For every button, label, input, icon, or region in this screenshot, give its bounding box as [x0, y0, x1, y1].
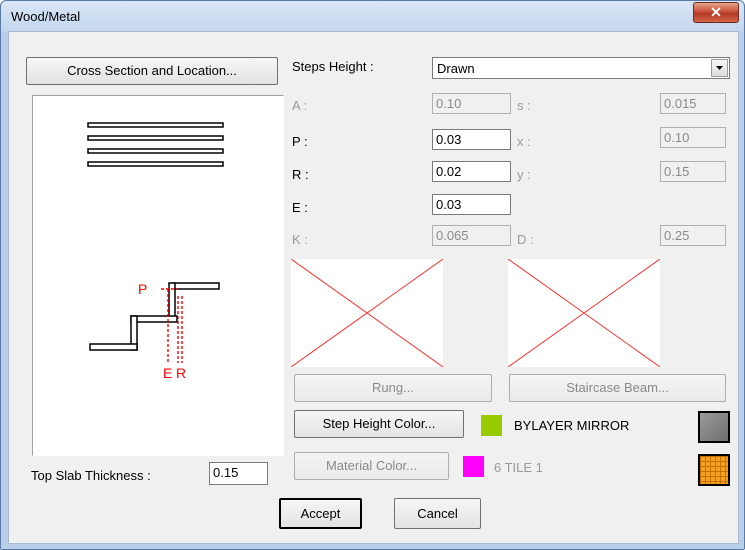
param-k-label: K : [292, 232, 308, 247]
top-view-step-3 [87, 148, 224, 154]
steps-height-value: Drawn [437, 61, 475, 76]
cancel-button[interactable]: Cancel [394, 498, 481, 529]
param-a-label: A : [292, 98, 308, 113]
param-s-input: 0.015 [660, 93, 726, 114]
title-bar[interactable]: Wood/Metal ✕ [1, 1, 744, 31]
middle-step-tread [130, 315, 178, 323]
param-e-input[interactable]: 0.03 [432, 194, 511, 215]
param-r-label: R : [292, 167, 309, 182]
diagram-label-r: R [176, 365, 186, 381]
cross-section-button[interactable]: Cross Section and Location... [26, 57, 278, 85]
param-d-input: 0.25 [660, 225, 726, 246]
dialog-body: Cross Section and Location... P E R Top … [8, 31, 739, 544]
param-e-label: E : [292, 200, 308, 215]
param-d-label: D : [517, 232, 534, 247]
step-height-color-swatch [481, 415, 502, 436]
top-view-step-4 [87, 161, 224, 167]
top-view-step-1 [87, 122, 224, 128]
close-icon: ✕ [710, 4, 722, 20]
param-y-input: 0.15 [660, 161, 726, 182]
param-a-input: 0.10 [432, 93, 511, 114]
material-color-text: 6 TILE 1 [494, 460, 543, 475]
tile-pattern-icon[interactable] [698, 454, 730, 486]
step-height-color-button[interactable]: Step Height Color... [294, 410, 464, 438]
steps-height-select[interactable]: Drawn [432, 57, 730, 79]
rung-preview [290, 258, 444, 368]
diagram-label-e: E [163, 365, 172, 381]
param-r-input[interactable]: 0.02 [432, 161, 511, 182]
cross-section-preview: P E R [32, 95, 284, 456]
accept-label: Accept [300, 506, 341, 521]
param-p-label: P : [292, 134, 308, 149]
upper-step-tread [172, 282, 220, 290]
staircase-beam-preview [507, 258, 661, 368]
param-x-input: 0.10 [660, 127, 726, 148]
accept-button[interactable]: Accept [279, 498, 362, 529]
chevron-down-icon[interactable] [711, 59, 728, 77]
staircase-beam-button[interactable]: Staircase Beam... [509, 374, 726, 402]
cross-section-diagram: P E R [87, 122, 224, 381]
rung-button[interactable]: Rung... [294, 374, 492, 402]
step-height-color-text: BYLAYER MIRROR [514, 418, 630, 433]
diagram-label-p: P [138, 281, 147, 297]
top-slab-label: Top Slab Thickness : [31, 468, 151, 483]
param-s-label: s : [517, 98, 531, 113]
param-y-label: y : [517, 167, 531, 182]
gray-square-icon[interactable] [698, 411, 730, 443]
dialog-window: Wood/Metal ✕ Cross Section and Location.… [0, 0, 745, 550]
window-title: Wood/Metal [11, 9, 81, 24]
close-button[interactable]: ✕ [693, 2, 739, 23]
material-color-button[interactable]: Material Color... [294, 452, 449, 480]
material-color-swatch [463, 456, 484, 477]
steps-height-label: Steps Height : [292, 59, 374, 74]
param-k-input: 0.065 [432, 225, 511, 246]
top-view-step-2 [87, 135, 224, 141]
param-p-input[interactable]: 0.03 [432, 129, 511, 150]
top-slab-input[interactable]: 0.15 [209, 462, 268, 485]
param-x-label: x : [517, 134, 531, 149]
lower-step-tread [89, 343, 138, 351]
